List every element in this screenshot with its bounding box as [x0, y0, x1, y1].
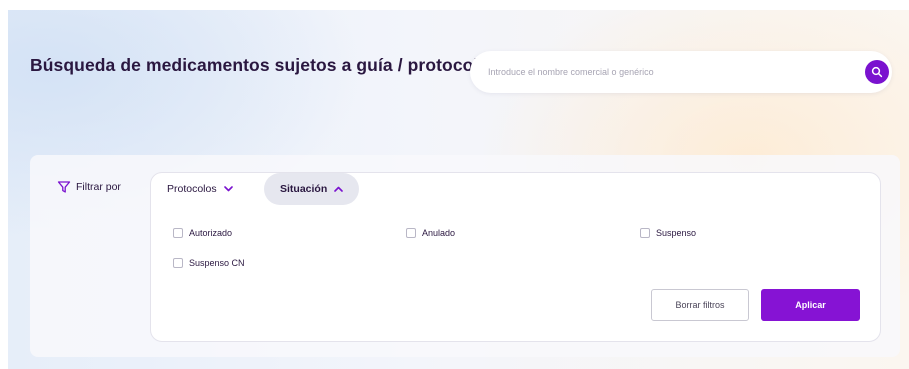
filter-by: Filtrar por: [57, 180, 121, 194]
filter-label: Filtrar por: [76, 181, 121, 193]
filter-card: Protocolos Situación Autorizado Anulado …: [150, 172, 881, 342]
search-input[interactable]: [488, 61, 848, 83]
clear-filters-button[interactable]: Borrar filtros: [651, 289, 749, 321]
tab-situacion-label: Situación: [280, 183, 328, 195]
option-anulado-label: Anulado: [422, 228, 456, 238]
option-autorizado-label: Autorizado: [189, 228, 233, 238]
checkbox-suspenso-cn[interactable]: [173, 258, 183, 268]
checkbox-suspenso[interactable]: [640, 228, 650, 238]
option-anulado[interactable]: Anulado: [406, 228, 455, 238]
apply-button[interactable]: Aplicar: [761, 289, 860, 321]
search-icon: [871, 66, 883, 78]
tab-situacion[interactable]: Situación: [264, 173, 360, 205]
page-title: Búsqueda de medicamentos sujetos a guía …: [30, 55, 490, 75]
tab-protocolos-label: Protocolos: [167, 183, 217, 195]
chevron-down-icon: [223, 186, 233, 192]
option-suspenso-cn-label: Suspenso CN: [189, 258, 245, 268]
chevron-up-icon: [334, 186, 344, 192]
option-suspenso[interactable]: Suspenso: [640, 228, 696, 238]
checkbox-anulado[interactable]: [406, 228, 416, 238]
checkbox-autorizado[interactable]: [173, 228, 183, 238]
search-button[interactable]: [865, 60, 889, 84]
option-suspenso-label: Suspenso: [656, 228, 697, 238]
option-autorizado[interactable]: Autorizado: [173, 228, 232, 238]
funnel-icon: [57, 181, 71, 193]
search-box: [470, 51, 892, 93]
option-suspenso-cn[interactable]: Suspenso CN: [173, 258, 245, 268]
tab-protocolos[interactable]: Protocolos: [167, 173, 233, 205]
